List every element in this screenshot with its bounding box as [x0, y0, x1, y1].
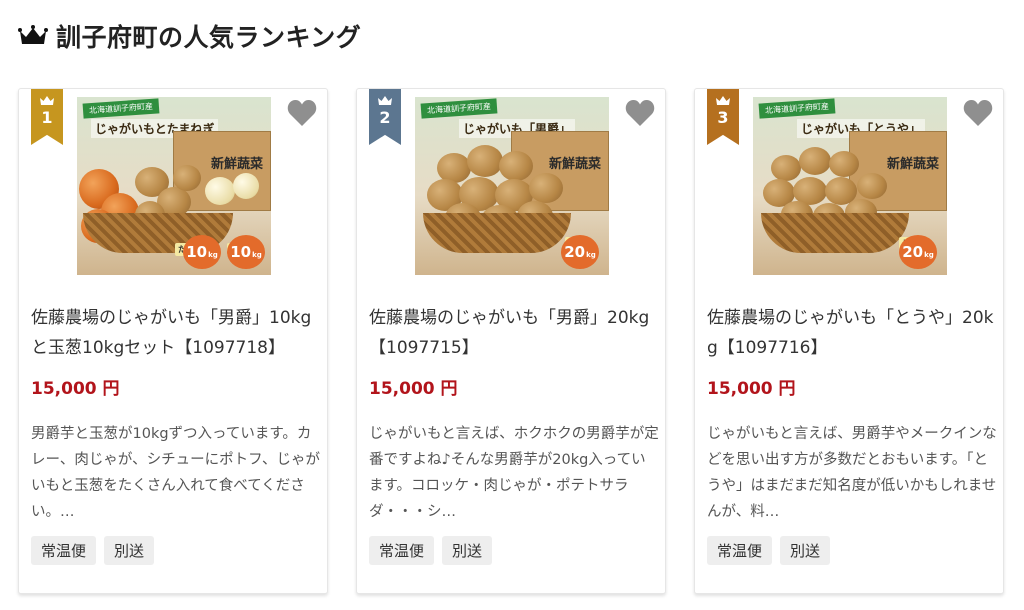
product-image[interactable]: 北海道訓子府町産 じゃがいも「男爵」 新鮮蔬菜 男爵 20kg [415, 97, 609, 275]
weight-value: 20 [564, 243, 586, 261]
weight-tag: 10 kg [183, 235, 221, 269]
tag-separate: 別送 [104, 536, 155, 565]
favorite-heart-icon[interactable] [963, 99, 993, 127]
potato [771, 155, 801, 181]
basket [423, 213, 571, 253]
tag-shipping: 常温便 [369, 536, 435, 565]
weight-value: 10 [186, 243, 208, 261]
rank-number: 2 [379, 108, 391, 127]
crown-icon [18, 25, 48, 44]
favorite-heart-icon[interactable] [287, 99, 317, 127]
box-text: 新鮮蔬菜 [886, 157, 939, 172]
weight-unit: kg [586, 251, 596, 259]
basket [761, 213, 909, 253]
product-image[interactable]: 北海道訓子府町産 じゃがいも「とうや」 新鮮蔬菜 とうや 20kg [753, 97, 947, 275]
box-text: 新鮮蔬菜 [548, 157, 601, 172]
product-card-3[interactable]: 3 北海道訓子府町産 じゃがいも「とうや」 新鮮蔬菜 とうや 20kg 佐藤農場… [694, 88, 1004, 594]
rank-number: 3 [717, 108, 729, 127]
potato [173, 165, 201, 191]
potato [829, 151, 859, 177]
product-price: 15,000 円 [31, 379, 120, 399]
weight-value: 10 [230, 243, 252, 261]
product-image[interactable]: 北海道訓子府町産 じゃがいもとたまねぎ 新鮮蔬菜 たまねぎ 男爵 10kg 10… [77, 97, 271, 275]
potato [799, 147, 831, 175]
rank-badge: 1 [31, 89, 63, 145]
potato [529, 173, 563, 203]
potato [857, 173, 887, 199]
delivery-tags: 常温便 別送 [369, 536, 493, 565]
box-text: 新鮮蔬菜 [210, 157, 263, 172]
origin-banner: 北海道訓子府町産 [420, 98, 498, 119]
tag-shipping: 常温便 [31, 536, 97, 565]
rank-crown-icon [378, 96, 392, 105]
product-title[interactable]: 佐藤農場のじゃがいも「男爵」20kg【1097715】 [369, 303, 659, 363]
weight-value: 20 [902, 243, 924, 261]
weight-unit: kg [924, 251, 934, 259]
onion [205, 177, 235, 205]
product-description: 男爵芋と玉葱が10kgずつ入っています。カレー、肉じゃが、シチューにポトフ、じゃ… [31, 426, 320, 520]
favorite-heart-icon[interactable] [625, 99, 655, 127]
potato [499, 151, 533, 181]
potato [467, 145, 503, 177]
product-card-2[interactable]: 2 北海道訓子府町産 じゃがいも「男爵」 新鮮蔬菜 男爵 20kg 佐藤農場のじ… [356, 88, 666, 594]
weight-tag: 20 kg [561, 235, 599, 269]
weight-tag: 10 kg [227, 235, 265, 269]
tag-separate: 別送 [442, 536, 493, 565]
tag-shipping: 常温便 [707, 536, 773, 565]
rank-badge: 2 [369, 89, 401, 145]
onion [233, 173, 259, 199]
origin-banner: 北海道訓子府町産 [82, 98, 160, 119]
product-title[interactable]: 佐藤農場のじゃがいも「男爵」10kgと玉葱10kgセット【1097718】 [31, 303, 321, 363]
tag-separate: 別送 [780, 536, 831, 565]
product-card-1[interactable]: 1 北海道訓子府町産 じゃがいもとたまねぎ 新鮮蔬菜 たまねぎ 男爵 10kg … [18, 88, 328, 594]
delivery-tags: 常温便 別送 [31, 536, 155, 565]
weight-unit: kg [252, 251, 262, 259]
rank-number: 1 [41, 108, 53, 127]
product-price: 15,000 円 [707, 379, 796, 399]
page-title: 訓子府町の人気ランキング [56, 23, 362, 52]
origin-banner: 北海道訓子府町産 [758, 98, 836, 119]
rank-crown-icon [716, 96, 730, 105]
ranking-header: 訓子府町の人気ランキング [18, 18, 361, 54]
weight-unit: kg [208, 251, 218, 259]
delivery-tags: 常温便 別送 [707, 536, 831, 565]
rank-badge: 3 [707, 89, 739, 145]
product-price: 15,000 円 [369, 379, 458, 399]
product-title[interactable]: 佐藤農場のじゃがいも「とうや」20kg【1097716】 [707, 303, 997, 363]
product-description: じゃがいもと言えば、ホクホクの男爵芋が定番ですよね♪そんな男爵芋が20kg入って… [369, 426, 659, 520]
weight-tag: 20 kg [899, 235, 937, 269]
rank-crown-icon [40, 96, 54, 105]
product-description: じゃがいもと言えば、男爵芋やメークインなどを思い出す方が多数だとおもいます。「と… [707, 426, 997, 520]
